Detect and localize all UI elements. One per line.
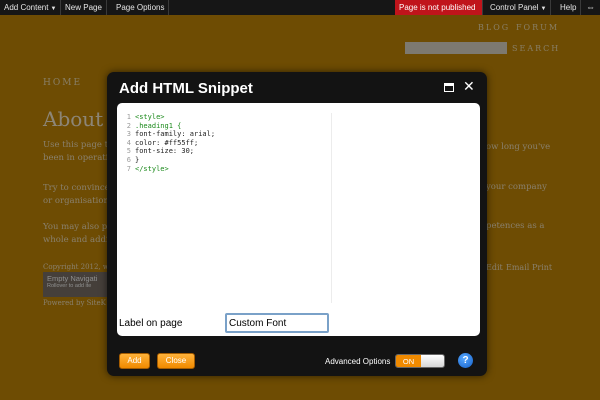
close-button[interactable]: Close xyxy=(157,353,195,369)
page-options-button[interactable]: Page Options xyxy=(112,0,170,15)
code-text: .heading1 { xyxy=(135,121,182,130)
code-text: font-family: arial; xyxy=(135,130,216,139)
toggle-knob[interactable] xyxy=(421,355,444,367)
code-text: } xyxy=(135,155,140,164)
code-text: font-size: 30; xyxy=(135,147,195,156)
code-text: <style> xyxy=(135,113,165,121)
code-line: 7 </style> xyxy=(122,165,331,174)
advanced-options-toggle[interactable]: ON xyxy=(395,354,445,368)
code-line: 4 color: #ff55ff; xyxy=(122,139,331,148)
code-text: </style> xyxy=(135,164,169,173)
help-menu[interactable]: Help xyxy=(556,0,582,15)
line-number: 3 xyxy=(126,130,131,139)
label-on-page-text: Label on page xyxy=(119,318,183,329)
control-panel-label: Control Panel xyxy=(490,3,539,12)
caret-down-icon: ▼ xyxy=(540,6,547,12)
line-number: 7 xyxy=(126,164,131,173)
code-line: 3 font-family: arial; xyxy=(122,130,331,139)
line-number: 5 xyxy=(126,147,131,156)
line-number: 6 xyxy=(126,155,131,164)
code-line: 6} xyxy=(122,156,331,165)
code-line: 1 <style> xyxy=(122,113,331,122)
cms-toolbar: Add Content ▼ New Page Page Options Page … xyxy=(0,0,600,15)
toggle-on-label: ON xyxy=(396,355,421,367)
new-page-button[interactable]: New Page xyxy=(61,0,107,15)
close-icon[interactable]: ✕ xyxy=(463,79,475,93)
html-code-editor[interactable]: 1 <style> 2 .heading1 { 3 font-family: arial;… xyxy=(122,113,332,303)
help-icon[interactable]: ? xyxy=(458,353,473,368)
publish-status-badge[interactable]: Page is not published xyxy=(395,0,483,15)
add-content-menu[interactable]: Add Content ▼ xyxy=(0,0,62,15)
line-number: 4 xyxy=(126,138,131,147)
dialog-content-panel: 1 <style> 2 .heading1 { 3 font-family: arial;… xyxy=(117,103,480,336)
maximize-icon[interactable] xyxy=(444,83,454,92)
line-number: 1 xyxy=(126,113,131,121)
add-html-snippet-dialog: Add HTML Snippet ✕ 1 <style> 2 .heading1 {3… xyxy=(107,72,487,376)
double-arrow-icon[interactable]: ⇔ xyxy=(582,0,599,15)
code-line: 2 .heading1 { xyxy=(122,122,331,131)
add-content-label: Add Content xyxy=(4,3,49,12)
code-line: 5 font-size: 30; xyxy=(122,147,331,156)
add-button[interactable]: Add xyxy=(119,353,150,369)
line-number: 2 xyxy=(126,121,131,130)
caret-down-icon: ▼ xyxy=(50,6,57,12)
control-panel-menu[interactable]: Control Panel ▼ xyxy=(486,0,552,15)
label-on-page-input[interactable] xyxy=(225,313,329,333)
advanced-options-label: Advanced Options xyxy=(325,357,391,366)
code-text: color: #ff55ff; xyxy=(135,138,199,147)
dialog-title: Add HTML Snippet xyxy=(119,80,253,97)
